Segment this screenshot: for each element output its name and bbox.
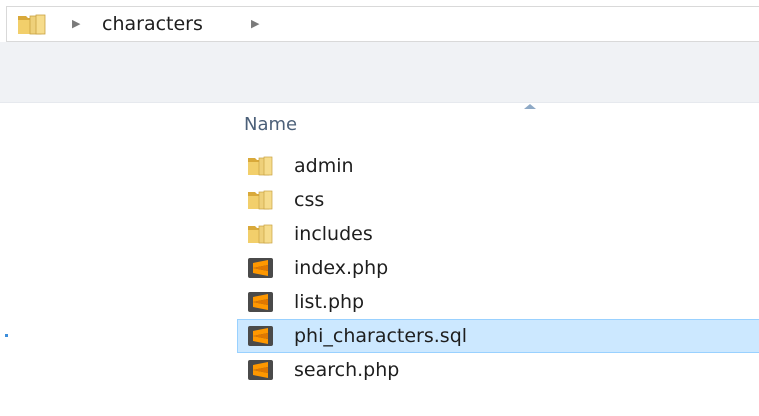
sublime-text-file-icon [247,291,274,313]
folder-icon [17,12,47,36]
file-name: admin [294,155,354,177]
breadcrumb-characters[interactable]: characters [102,12,203,36]
nav-indicator [5,334,8,337]
chevron-right-icon[interactable]: ▶ [72,15,80,33]
address-bar[interactable]: ▶ characters ▶ [6,6,759,42]
toolbar [0,42,759,103]
file-name: search.php [294,359,400,381]
list-item[interactable]: css [237,183,759,217]
list-item[interactable]: includes [237,217,759,251]
file-name: css [294,189,325,211]
sublime-text-file-icon [247,359,274,381]
file-name: list.php [294,291,365,313]
sublime-text-file-icon [247,257,274,279]
file-name: phi_characters.sql [294,325,468,347]
navigation-pane[interactable] [0,103,220,416]
folder-icon [247,189,274,211]
explorer-window: ▶ characters ▶ Name admin css includes i… [0,0,759,416]
list-item[interactable]: index.php [237,251,759,285]
sublime-text-file-icon [247,325,274,347]
folder-icon [247,155,274,177]
file-name: index.php [294,257,389,279]
sort-ascending-icon[interactable] [524,104,536,109]
column-header-name[interactable]: Name [244,114,297,135]
file-list: admin css includes index.php list.php ph… [220,149,759,387]
file-name: includes [294,223,373,245]
list-item[interactable]: search.php [237,353,759,387]
folder-icon [247,223,274,245]
file-list-pane[interactable]: Name admin css includes index.php list.p… [220,103,759,416]
chevron-right-icon[interactable]: ▶ [251,15,259,33]
list-item-selected[interactable]: phi_characters.sql [237,319,759,353]
list-item[interactable]: list.php [237,285,759,319]
list-item[interactable]: admin [237,149,759,183]
